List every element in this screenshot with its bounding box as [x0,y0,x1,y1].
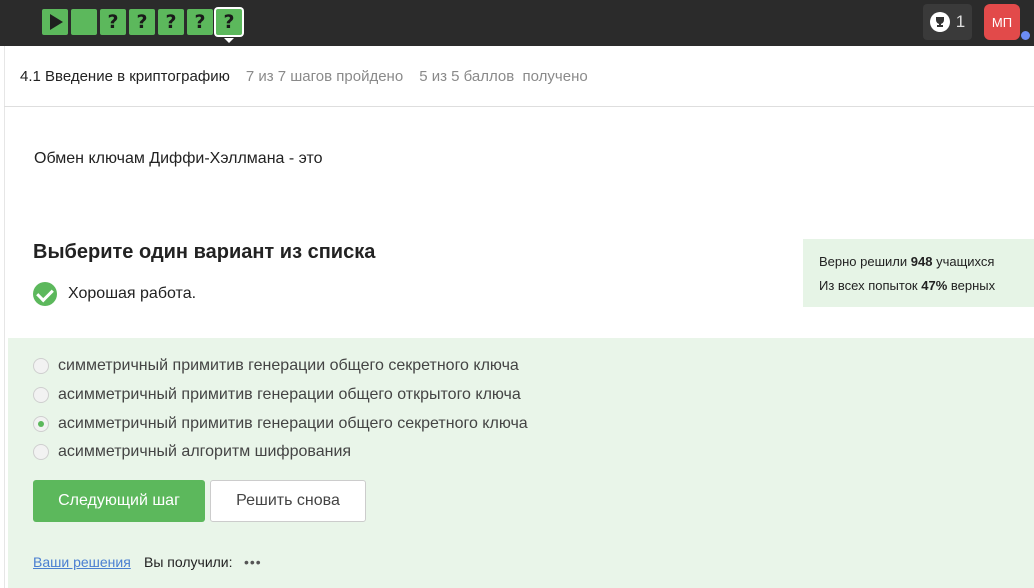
trophy-icon [929,12,950,32]
score-label: Вы получили: [144,554,233,570]
option-3-selected[interactable]: асимметричный примитив генерации общего … [33,415,528,433]
notification-dot [1021,31,1030,40]
feedback-message: Хорошая работа. [33,282,196,306]
play-icon [50,14,63,30]
next-step-button[interactable]: Следующий шаг [33,480,205,522]
achievements-count: 1 [955,12,966,31]
check-icon [33,282,57,306]
lesson-steps-progress: 7 из 7 шагов пройдено [245,67,404,85]
step-6-quiz[interactable]: ? [187,9,213,35]
option-label: симметричный примитив генерации общего с… [58,357,519,374]
user-avatar[interactable]: МП [984,4,1020,40]
attempts-prefix: Из всех попыток [819,278,922,293]
step-navigation: ? ? ? ? ? [42,9,245,43]
solved-suffix: учащихся [932,254,995,269]
option-label: асимметричный примитив генерации общего … [58,386,521,403]
achievements-button[interactable]: 1 [923,4,972,40]
step-2-text[interactable] [71,9,97,35]
option-1[interactable]: симметричный примитив генерации общего с… [33,357,519,375]
option-label: асимметричный алгоритм шифрования [58,443,352,460]
step-7-quiz-current[interactable]: ? [216,9,242,43]
question-text: Обмен ключам Диффи-Хэллмана - это [34,150,323,167]
lesson-title[interactable]: 4.1 Введение в криптографию [20,68,230,85]
radio-button[interactable] [33,387,49,403]
option-2[interactable]: асимметричный примитив генерации общего … [33,386,521,404]
radio-button[interactable] [33,358,49,374]
content-left-border [4,46,5,588]
attempts-suffix: верных [947,278,996,293]
lesson-header: 4.1 Введение в криптографию 7 из 7 шагов… [4,46,1034,107]
top-navbar: ? ? ? ? ? 1 МП [0,0,1034,46]
feedback-text: Хорошая работа. [68,285,197,302]
option-label: асимметричный примитив генерации общего … [58,415,528,432]
step-4-quiz[interactable]: ? [129,9,155,35]
your-solutions-link[interactable]: Ваши решения [33,554,131,570]
lesson-points: 5 из 5 баллов получено [419,67,588,85]
solved-count: 948 [910,254,933,269]
attempts-percent: 47% [921,278,948,293]
option-4[interactable]: асимметричный алгоритм шифрования [33,443,351,461]
radio-button[interactable] [33,444,49,460]
step-1-video-icon[interactable] [42,9,68,35]
solved-count-line: Верно решили 948 учащихся [819,250,1034,274]
retry-button[interactable]: Решить снова [210,480,366,522]
question-subtitle: Выберите один вариант из списка [33,241,376,263]
attempts-line: Из всех попыток 47% верных [819,274,1034,298]
answer-area: симметричный примитив генерации общего с… [8,338,1034,588]
radio-button-checked[interactable] [33,416,49,432]
step-3-quiz[interactable]: ? [100,9,126,35]
solved-prefix: Верно решили [819,254,911,269]
solve-stats-panel: Верно решили 948 учащихся Из всех попыто… [803,239,1034,307]
step-5-quiz[interactable]: ? [158,9,184,35]
more-icon[interactable]: ••• [244,554,262,570]
